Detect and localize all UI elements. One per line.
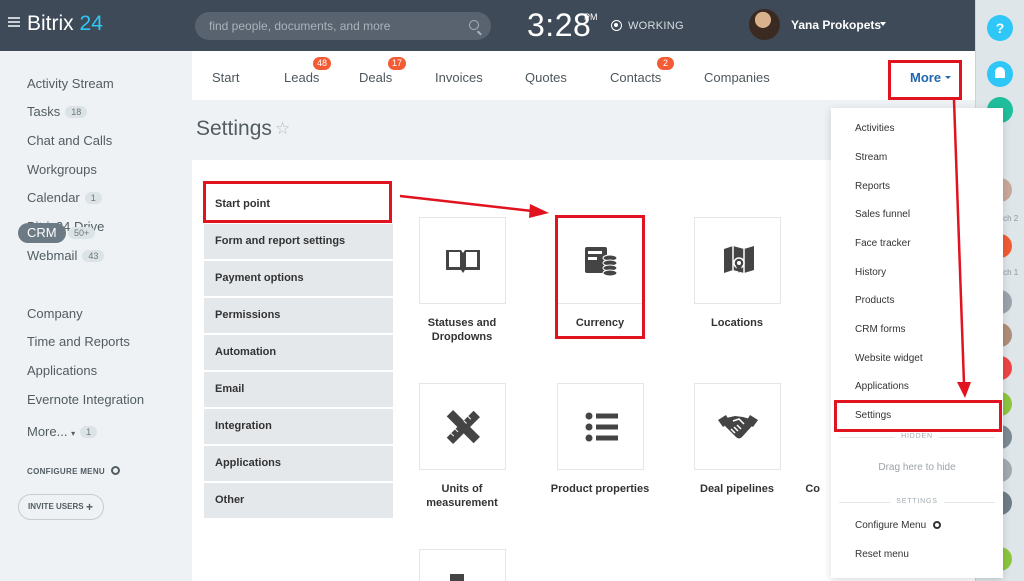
annotation-arrows — [399, 99, 971, 398]
